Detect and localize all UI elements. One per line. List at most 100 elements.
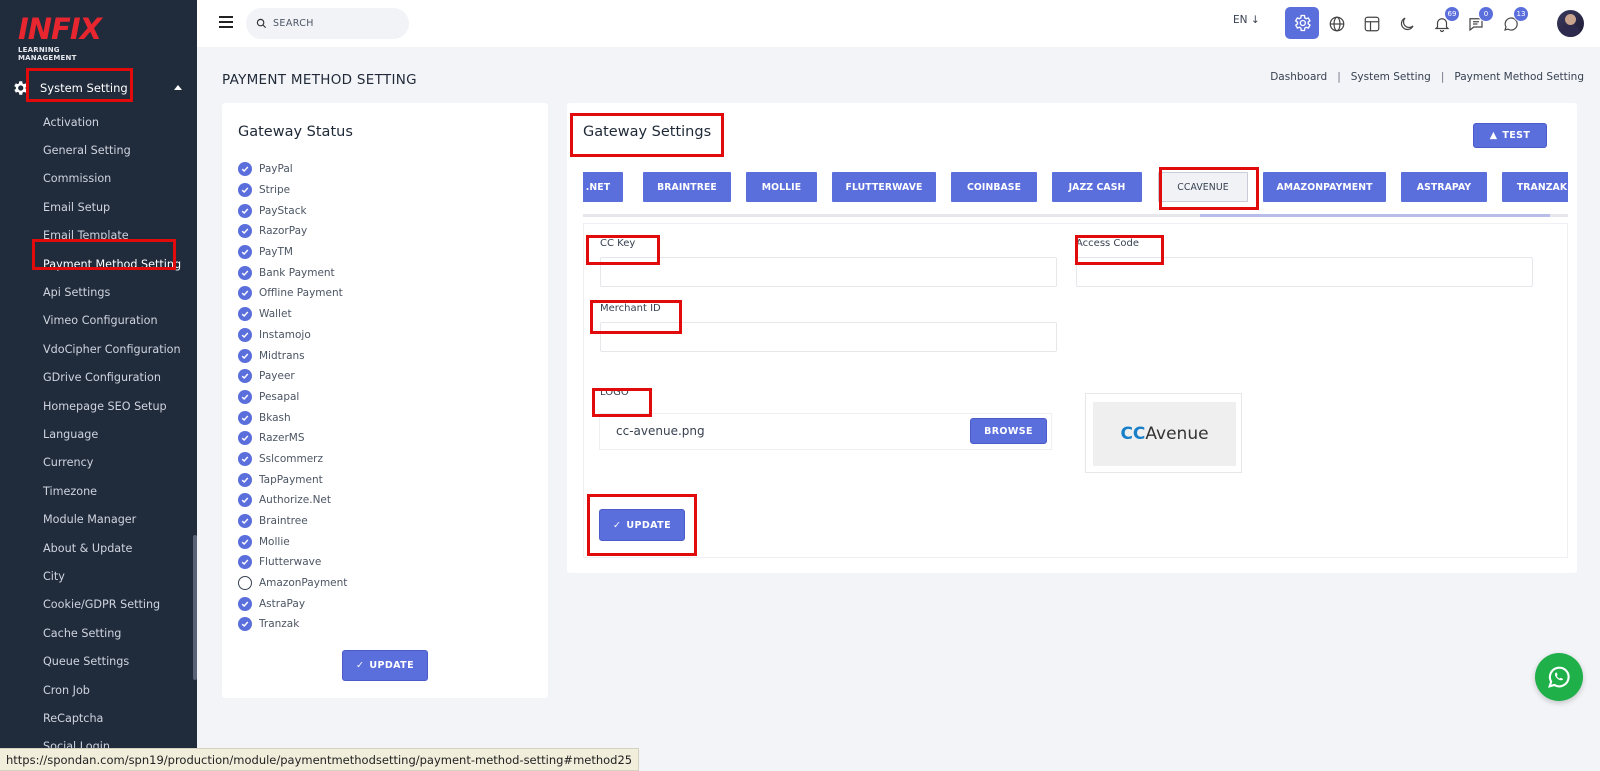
sidebar-item-homepage-seo-setup[interactable]: Homepage SEO Setup (43, 392, 193, 420)
merchant-id-input[interactable] (600, 322, 1057, 352)
gateway-status-item[interactable]: Instamojo (238, 325, 347, 346)
checkbox-unchecked-icon[interactable] (238, 576, 252, 591)
settings-icon[interactable] (1285, 7, 1319, 39)
bell-icon[interactable]: 69 (1428, 6, 1460, 38)
checkbox-checked-icon[interactable] (238, 224, 252, 239)
gateway-status-update-button[interactable]: ✓ UPDATE (342, 650, 428, 681)
checkbox-checked-icon[interactable] (238, 555, 252, 570)
checkbox-checked-icon[interactable] (238, 327, 252, 342)
logo-file-field[interactable]: cc-avenue.png BROWSE (599, 413, 1052, 450)
sidebar-item-timezone[interactable]: Timezone (43, 477, 193, 505)
sidebar-item-commission[interactable]: Commission (43, 165, 193, 193)
tabs-scrollbar[interactable] (583, 214, 1568, 217)
tab-jazz-cash[interactable]: JAZZ CASH (1052, 172, 1142, 202)
checkbox-checked-icon[interactable] (238, 307, 252, 322)
tab-tranzak[interactable]: TRANZAK (1502, 172, 1568, 202)
sidebar-item-cookie-gdpr-setting[interactable]: Cookie/GDPR Setting (43, 591, 193, 619)
checkbox-checked-icon[interactable] (238, 286, 252, 301)
checkbox-checked-icon[interactable] (238, 431, 252, 446)
message-icon[interactable]: 0 (1462, 6, 1494, 38)
sidebar-item-email-template[interactable]: Email Template (43, 222, 193, 250)
layout-icon[interactable] (1358, 10, 1386, 38)
gateway-status-item[interactable]: Flutterwave (238, 552, 347, 573)
sidebar-item-api-settings[interactable]: Api Settings (43, 278, 193, 306)
checkbox-checked-icon[interactable] (238, 451, 252, 466)
tab-flutterwave[interactable]: FLUTTERWAVE (832, 172, 936, 202)
sidebar-scrollbar[interactable] (193, 535, 197, 680)
checkbox-checked-icon[interactable] (238, 389, 252, 404)
gateway-status-item[interactable]: RazerMS (238, 428, 347, 449)
sidebar-item-cache-setting[interactable]: Cache Setting (43, 619, 193, 647)
checkbox-checked-icon[interactable] (238, 410, 252, 425)
globe-icon[interactable] (1323, 10, 1351, 38)
breadcrumb-dashboard[interactable]: Dashboard (1270, 71, 1327, 83)
language-selector[interactable]: EN ↓ (1233, 14, 1260, 26)
checkbox-checked-icon[interactable] (238, 472, 252, 487)
gateway-status-item[interactable]: Wallet (238, 304, 347, 325)
gateway-status-item[interactable]: Payeer (238, 366, 347, 387)
gateway-status-item[interactable]: Sslcommerz (238, 449, 347, 470)
checkbox-checked-icon[interactable] (238, 348, 252, 363)
gateway-status-item[interactable]: AmazonPayment (238, 573, 347, 594)
checkbox-checked-icon[interactable] (238, 514, 252, 529)
tab-net[interactable]: .NET (583, 172, 623, 202)
tab-coinbase[interactable]: COINBASE (951, 172, 1037, 202)
gateway-status-item[interactable]: Stripe (238, 180, 347, 201)
checkbox-checked-icon[interactable] (238, 617, 252, 632)
sidebar-item-vimeo-configuration[interactable]: Vimeo Configuration (43, 307, 193, 335)
gateway-status-item[interactable]: Mollie (238, 531, 347, 552)
avatar[interactable] (1557, 10, 1584, 37)
sidebar-item-general-setting[interactable]: General Setting (43, 136, 193, 164)
browse-button[interactable]: BROWSE (970, 418, 1047, 444)
sidebar-item-gdrive-configuration[interactable]: GDrive Configuration (43, 364, 193, 392)
tab-astrapay[interactable]: ASTRAPAY (1401, 172, 1487, 202)
checkbox-checked-icon[interactable] (238, 369, 252, 384)
sidebar-section-system-setting[interactable]: System Setting (10, 75, 190, 101)
sidebar-item-about-update[interactable]: About & Update (43, 534, 193, 562)
gateway-status-item[interactable]: Bkash (238, 407, 347, 428)
sidebar-item-vdocipher-configuration[interactable]: VdoCipher Configuration (43, 335, 193, 363)
gateway-status-item[interactable]: Pesapal (238, 387, 347, 408)
gateway-status-item[interactable]: AstraPay (238, 593, 347, 614)
sidebar-item-cron-job[interactable]: Cron Job (43, 676, 193, 704)
tab-mollie[interactable]: MOLLIE (746, 172, 817, 202)
cc-key-input[interactable] (600, 257, 1057, 287)
tab-amazonpayment[interactable]: AMAZONPAYMENT (1263, 172, 1386, 202)
gateway-status-item[interactable]: RazorPay (238, 221, 347, 242)
gateway-status-item[interactable]: Authorize.Net (238, 490, 347, 511)
sidebar-item-activation[interactable]: Activation (43, 108, 193, 136)
gateway-status-item[interactable]: PayTM (238, 242, 347, 263)
checkbox-checked-icon[interactable] (238, 245, 252, 260)
gateway-status-item[interactable]: Offline Payment (238, 283, 347, 304)
checkbox-checked-icon[interactable] (238, 183, 252, 198)
test-button[interactable]: ▲ TEST (1473, 123, 1547, 148)
gateway-status-item[interactable]: PayStack (238, 200, 347, 221)
sidebar-item-city[interactable]: City (43, 562, 193, 590)
gateway-status-item[interactable]: Braintree (238, 511, 347, 532)
brand-logo[interactable]: INFIX LEARNING MANAGEMENT (18, 14, 118, 62)
tab-braintree[interactable]: BRAINTREE (643, 172, 731, 202)
checkbox-checked-icon[interactable] (238, 596, 252, 611)
gateway-status-item[interactable]: PayPal (238, 159, 347, 180)
gateway-settings-update-button[interactable]: ✓ UPDATE (599, 509, 685, 541)
sidebar-item-currency[interactable]: Currency (43, 449, 193, 477)
moon-icon[interactable] (1393, 10, 1421, 38)
whatsapp-float-button[interactable] (1535, 653, 1583, 701)
tab-ccavenue[interactable]: CCAVENUE (1158, 172, 1248, 202)
gateway-status-item[interactable]: Bank Payment (238, 262, 347, 283)
checkbox-checked-icon[interactable] (238, 203, 252, 218)
sidebar-item-language[interactable]: Language (43, 420, 193, 448)
sidebar-item-queue-settings[interactable]: Queue Settings (43, 647, 193, 675)
checkbox-checked-icon[interactable] (238, 265, 252, 280)
sidebar-item-email-setup[interactable]: Email Setup (43, 193, 193, 221)
access-code-input[interactable] (1076, 257, 1533, 287)
search-box[interactable] (246, 8, 409, 39)
sidebar-item-recaptcha[interactable]: ReCaptcha (43, 704, 193, 732)
search-input[interactable] (273, 18, 393, 29)
sidebar-item-payment-method-setting[interactable]: Payment Method Setting (43, 250, 193, 278)
checkbox-checked-icon[interactable] (238, 162, 252, 177)
tabs-scrollbar-thumb[interactable] (1200, 214, 1550, 217)
gateway-status-item[interactable]: Tranzak (238, 614, 347, 635)
gateway-status-item[interactable]: TapPayment (238, 469, 347, 490)
checkbox-checked-icon[interactable] (238, 534, 252, 549)
